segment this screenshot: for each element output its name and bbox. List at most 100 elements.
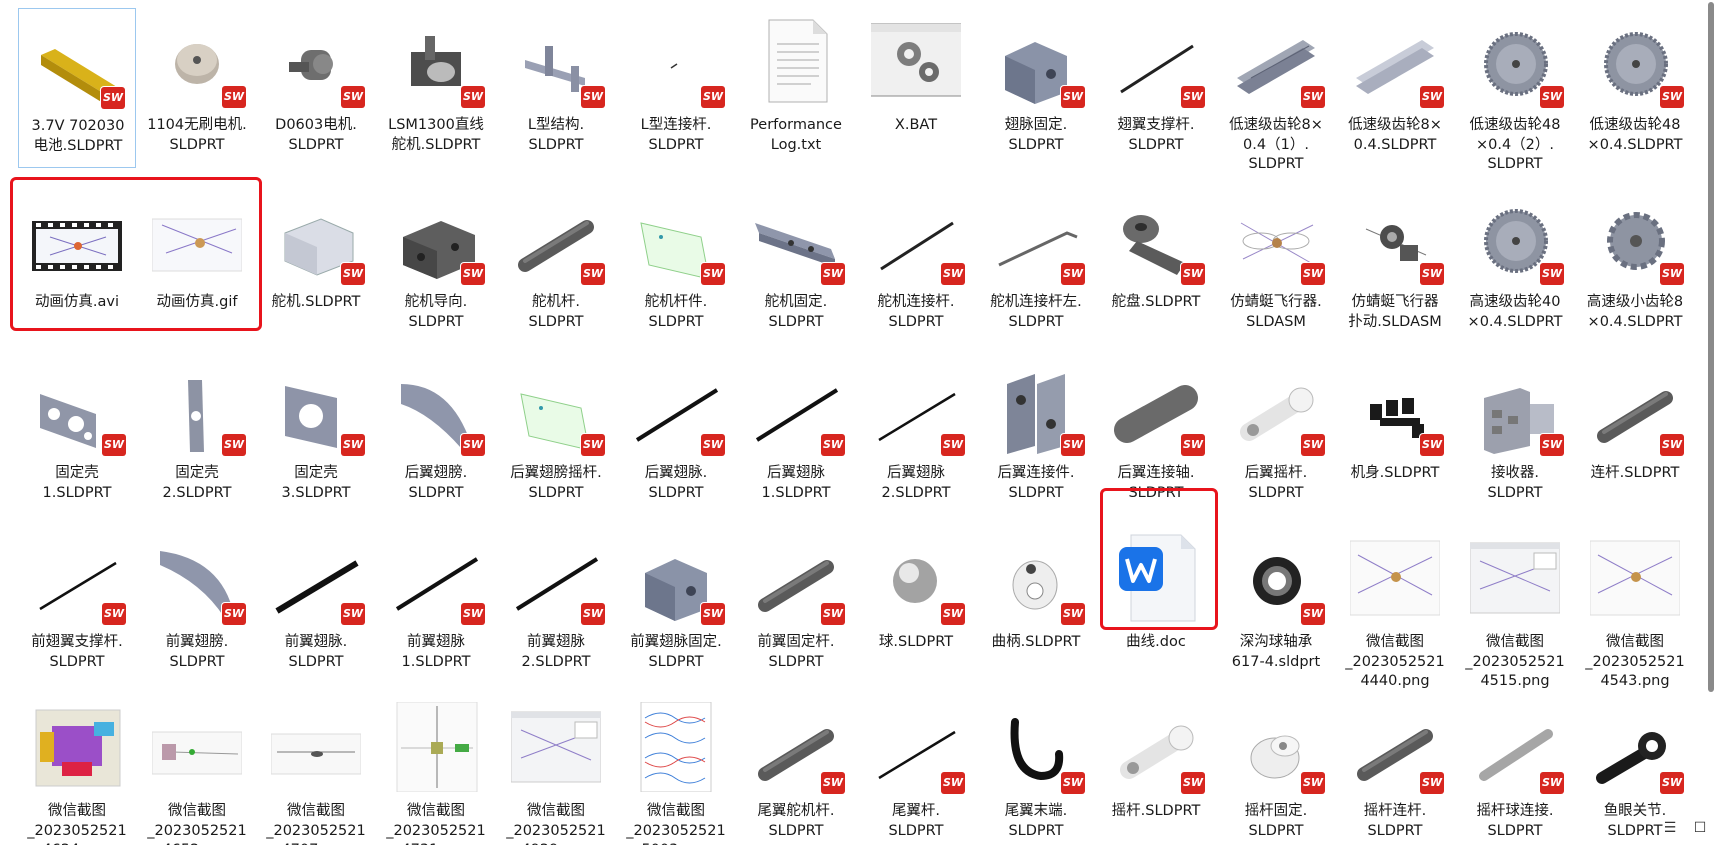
file-thumbnail-icon	[271, 702, 361, 792]
file-item[interactable]: SW 高速级小齿轮8 ×0.4.SLDPRT	[1576, 185, 1694, 345]
file-item[interactable]: 微信截图 _2023052521 4515.png	[1456, 525, 1574, 689]
file-item[interactable]: SW 前翼翅脉固定. SLDPRT	[617, 525, 735, 685]
file-item[interactable]: SW 后翼连接件. SLDPRT	[977, 356, 1095, 516]
file-item[interactable]: SW 后翼连接轴. SLDPRT	[1097, 356, 1215, 516]
file-item[interactable]: SW 低速级齿轮48 ×0.4（2）. SLDPRT	[1456, 8, 1574, 172]
file-item[interactable]: SW 舵机导向. SLDPRT	[377, 185, 495, 345]
file-item[interactable]: SW 尾翼杆. SLDPRT	[857, 694, 975, 845]
file-item[interactable]: SW 前翼固定杆. SLDPRT	[737, 525, 855, 685]
file-thumbnail-icon	[152, 193, 242, 283]
file-name-label: 后翼翅膀摇杆. SLDPRT	[510, 465, 602, 501]
file-item[interactable]: SW L型连接杆. SLDPRT	[617, 8, 735, 168]
file-item[interactable]: SW 前翼翅膀. SLDPRT	[138, 525, 256, 685]
solidworks-badge-icon: SW	[1420, 772, 1444, 794]
file-item[interactable]: SW D0603电机. SLDPRT	[257, 8, 375, 168]
file-name-label: 摇杆球连接. SLDPRT	[1476, 803, 1554, 839]
file-item[interactable]: SW 摇杆.SLDPRT	[1097, 694, 1215, 845]
file-item[interactable]: SW 仿蜻蜓飞行器. SLDASM	[1217, 185, 1335, 345]
file-name-label: 尾翼杆. SLDPRT	[888, 803, 944, 839]
solidworks-badge-icon: SW	[1301, 86, 1325, 108]
file-item[interactable]: SW 机身.SLDPRT	[1336, 356, 1454, 516]
file-item[interactable]: 微信截图_20230525214624.png	[18, 694, 136, 845]
file-item[interactable]: 曲线.doc	[1097, 525, 1215, 685]
file-item[interactable]: 微信截图_20230525214652.png	[138, 694, 256, 845]
solidworks-badge-icon: SW	[341, 434, 365, 456]
file-item[interactable]: SW 前翼翅脉 2.SLDPRT	[497, 525, 615, 685]
file-item[interactable]: SW 舵机.SLDPRT	[257, 185, 375, 345]
file-item[interactable]: SW 摇杆固定. SLDPRT	[1217, 694, 1335, 845]
file-item[interactable]: SW 固定壳 3.SLDPRT	[257, 356, 375, 516]
file-name-label: 尾翼舵机杆. SLDPRT	[757, 803, 835, 839]
file-item[interactable]: 微信截图_20230525214731.png	[377, 694, 495, 845]
file-item[interactable]: SW 1104无刷电机. SLDPRT	[138, 8, 256, 168]
file-name-label: 微信截图_20230525214731.png	[386, 803, 486, 845]
file-item[interactable]: SW 低速级齿轮8× 0.4（1）. SLDPRT	[1217, 8, 1335, 172]
file-name-label: 前翼翅脉 1.SLDPRT	[401, 634, 471, 670]
file-item[interactable]: SW 后翼摇杆. SLDPRT	[1217, 356, 1335, 516]
file-item[interactable]: SW 接收器. SLDPRT	[1456, 356, 1574, 516]
file-item[interactable]: SW 后翼翅脉. SLDPRT	[617, 356, 735, 516]
file-item[interactable]: SW 曲柄.SLDPRT	[977, 525, 1095, 685]
file-item[interactable]: SW 球.SLDPRT	[857, 525, 975, 685]
file-item[interactable]: SW 舵机连接杆. SLDPRT	[857, 185, 975, 345]
file-item[interactable]: SW 低速级齿轮48 ×0.4.SLDPRT	[1576, 8, 1694, 168]
file-name-label: 低速级齿轮8× 0.4.SLDPRT	[1348, 117, 1442, 153]
file-item[interactable]: SW 舵机固定. SLDPRT	[737, 185, 855, 345]
file-name-label: 机身.SLDPRT	[1350, 465, 1440, 481]
file-item[interactable]: SW 连杆.SLDPRT	[1576, 356, 1694, 516]
file-item[interactable]: SW 固定壳 2.SLDPRT	[138, 356, 256, 516]
solidworks-badge-icon: SW	[101, 87, 125, 109]
file-item[interactable]: SW 前翼翅脉 1.SLDPRT	[377, 525, 495, 685]
solidworks-badge-icon: SW	[821, 603, 845, 625]
file-item[interactable]: X.BAT	[857, 8, 975, 168]
file-item[interactable]: SW 前翼翅脉. SLDPRT	[257, 525, 375, 685]
file-item[interactable]: Performance Log.txt	[737, 8, 855, 168]
file-name-label: 前翼翅脉. SLDPRT	[284, 634, 348, 670]
file-item[interactable]: SW 后翼翅膀. SLDPRT	[377, 356, 495, 516]
file-item[interactable]: SW 后翼翅脉 1.SLDPRT	[737, 356, 855, 516]
solidworks-badge-icon: SW	[341, 603, 365, 625]
file-item[interactable]: SW 3.7V 702030 电池.SLDPRT	[18, 8, 136, 168]
file-name-label: 前翼翅膀. SLDPRT	[165, 634, 229, 670]
file-item[interactable]: SW 翅翼支撑杆. SLDPRT	[1097, 8, 1215, 168]
file-item[interactable]: SW 深沟球轴承 617-4.sldprt	[1217, 525, 1335, 685]
solidworks-badge-icon: SW	[1181, 772, 1205, 794]
solidworks-badge-icon: SW	[1061, 603, 1085, 625]
file-item[interactable]: SW 尾翼末端. SLDPRT	[977, 694, 1095, 845]
large-icons-view-button[interactable]: ☐	[1690, 818, 1710, 838]
file-item[interactable]: 微信截图_20230525214929.png	[497, 694, 615, 845]
file-item[interactable]: SW 舵机杆. SLDPRT	[497, 185, 615, 345]
file-name-label: 舵机导向. SLDPRT	[404, 294, 468, 330]
file-item[interactable]: SW 固定壳 1.SLDPRT	[18, 356, 136, 516]
file-item[interactable]: SW 低速级齿轮8× 0.4.SLDPRT	[1336, 8, 1454, 168]
solidworks-badge-icon: SW	[222, 603, 246, 625]
file-item[interactable]: SW 高速级齿轮40 ×0.4.SLDPRT	[1456, 185, 1574, 345]
file-item[interactable]: SW 尾翼舵机杆. SLDPRT	[737, 694, 855, 845]
file-item[interactable]: 微信截图 _2023052521 4440.png	[1336, 525, 1454, 689]
solidworks-badge-icon: SW	[461, 263, 485, 285]
details-view-button[interactable]: ☰	[1660, 818, 1680, 838]
scrollbar-thumb[interactable]	[1708, 2, 1714, 692]
file-item[interactable]: 微信截图 _2023052521 4543.png	[1576, 525, 1694, 689]
file-item[interactable]: SW 摇杆连杆. SLDPRT	[1336, 694, 1454, 845]
file-item[interactable]: SW 摇杆球连接. SLDPRT	[1456, 694, 1574, 845]
file-item[interactable]: SW 翅脉固定. SLDPRT	[977, 8, 1095, 168]
file-item[interactable]: SW 舵机连接杆左. SLDPRT	[977, 185, 1095, 345]
file-item[interactable]: SW 后翼翅膀摇杆. SLDPRT	[497, 356, 615, 516]
file-item[interactable]: SW 前翅翼支撑杆. SLDPRT	[18, 525, 136, 685]
file-item[interactable]: SW 舵盘.SLDPRT	[1097, 185, 1215, 345]
file-item[interactable]: 微信截图_20230525214707.png	[257, 694, 375, 845]
vertical-scrollbar[interactable]	[1706, 0, 1716, 695]
file-name-label: 前翼固定杆. SLDPRT	[757, 634, 835, 670]
file-item[interactable]: 动画仿真.avi	[18, 185, 136, 345]
file-item[interactable]: SW LSM1300直线 舵机.SLDPRT	[377, 8, 495, 168]
file-item[interactable]: SW 仿蜻蜓飞行器 扑动.SLDASM	[1336, 185, 1454, 345]
file-name-label: L型连接杆. SLDPRT	[640, 117, 712, 153]
file-name-label: 曲线.doc	[1126, 634, 1186, 650]
file-item[interactable]: SW L型结构. SLDPRT	[497, 8, 615, 168]
solidworks-badge-icon: SW	[461, 86, 485, 108]
file-item[interactable]: SW 舵机杆件. SLDPRT	[617, 185, 735, 345]
file-item[interactable]: SW 后翼翅脉 2.SLDPRT	[857, 356, 975, 516]
file-item[interactable]: 微信截图_20230525215003.png	[617, 694, 735, 845]
file-item[interactable]: 动画仿真.gif	[138, 185, 256, 345]
